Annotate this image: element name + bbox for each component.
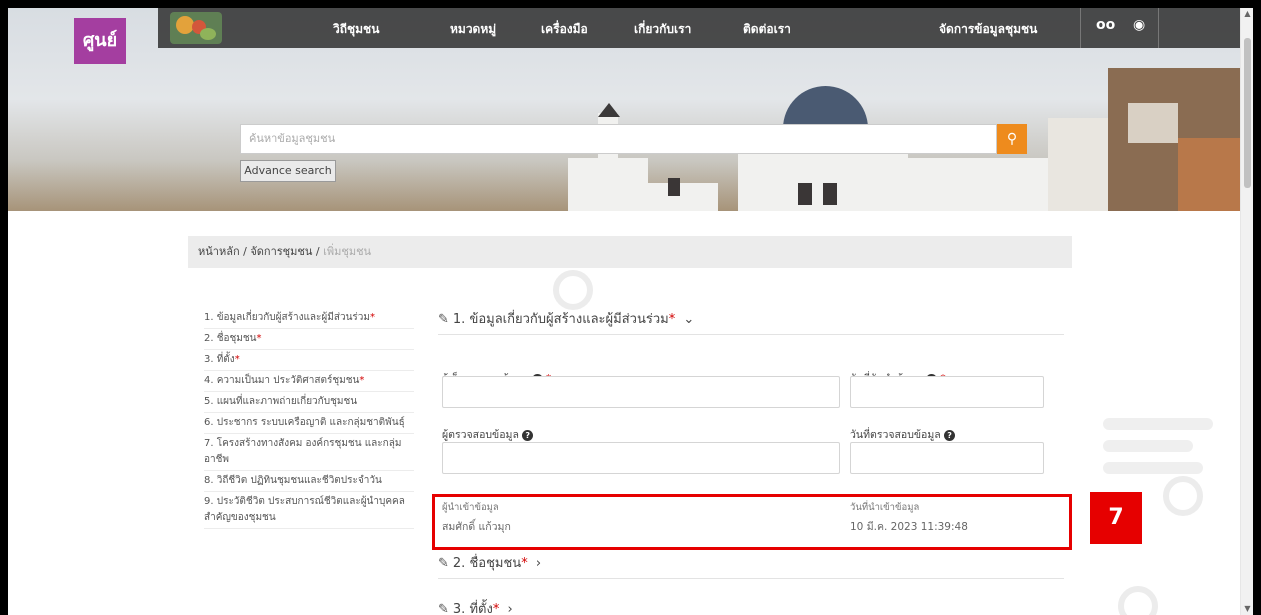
review-date-input[interactable] bbox=[850, 442, 1044, 474]
sidenav-item-way-of-life[interactable]: 8. วิถีชีวิต ปฏิทินชุมชนและชีวิตประจำวัน bbox=[204, 471, 414, 492]
edit-icon: ✎ bbox=[438, 602, 449, 615]
search-icon: ⚲ bbox=[1006, 131, 1018, 147]
nav-item-community-way[interactable]: วิถีชุมชน bbox=[333, 20, 379, 39]
background-decoration bbox=[1103, 418, 1213, 430]
background-pin-icon bbox=[1118, 586, 1158, 615]
scroll-down-icon[interactable]: ▼ bbox=[1242, 603, 1253, 615]
chevron-down-icon: ⌄ bbox=[683, 312, 695, 327]
sidenav-item-contributors[interactable]: 1. ข้อมูลเกี่ยวกับผู้สร้างและผู้มีส่วนร่… bbox=[204, 308, 414, 329]
edit-icon: ✎ bbox=[438, 556, 449, 571]
section-1-header[interactable]: ✎ 1. ข้อมูลเกี่ยวกับผู้สร้างและผู้มีส่วนร… bbox=[438, 308, 694, 329]
background-pin-icon bbox=[1163, 476, 1203, 516]
reviewer-label: ผู้ตรวจสอบข้อมูล ? bbox=[442, 426, 534, 443]
top-navbar: วิถีชุมชน หมวดหมู่ เครื่องมือ เกี่ยวกับเ… bbox=[158, 8, 1240, 48]
nav-item-manage-community[interactable]: จัดการข้อมูลชุมชน bbox=[939, 20, 1037, 39]
nav-item-contact[interactable]: ติดต่อเรา bbox=[743, 20, 791, 39]
community-logo-icon[interactable] bbox=[170, 12, 222, 44]
nav-item-tools[interactable]: เครื่องมือ bbox=[541, 20, 588, 39]
search-input[interactable]: ค้นหาข้อมูลชุมชน bbox=[240, 124, 997, 154]
nav-divider bbox=[1158, 8, 1159, 48]
nav-item-about[interactable]: เกี่ยวกับเรา bbox=[634, 20, 691, 39]
page-scrollbar[interactable]: ▲ ▼ bbox=[1240, 8, 1253, 615]
info-icon[interactable]: ? bbox=[522, 429, 534, 441]
nav-item-category[interactable]: หมวดหมู่ bbox=[450, 20, 496, 39]
scrollbar-thumb[interactable] bbox=[1244, 38, 1251, 188]
chevron-right-icon: › bbox=[535, 556, 542, 571]
sidenav-item-maps-photos[interactable]: 5. แผนที่และภาพถ่ายเกี่ยวกับชุมชน bbox=[204, 392, 414, 413]
section-2-header[interactable]: ✎ 2. ชื่อชุมชน* › bbox=[438, 552, 541, 573]
info-icon[interactable]: ? bbox=[944, 429, 956, 441]
advance-search-button[interactable]: Advance search bbox=[240, 160, 336, 182]
annotation-number-badge: 7 bbox=[1090, 492, 1142, 544]
screenshot-frame: ศูนย์ วิถีชุมชน หมวดหมู่ เครื่องมือ เกี่… bbox=[0, 0, 1261, 615]
search-button[interactable]: ⚲ bbox=[997, 124, 1027, 154]
breadcrumb-home[interactable]: หน้าหลัก bbox=[198, 245, 240, 258]
divider bbox=[438, 334, 1064, 335]
collect-date-input[interactable] bbox=[850, 376, 1044, 408]
background-pin-icon bbox=[553, 270, 593, 310]
sidenav-item-population[interactable]: 6. ประชากร ระบบเครือญาติ และกลุ่มชาติพัน… bbox=[204, 413, 414, 434]
section-sidenav: 1. ข้อมูลเกี่ยวกับผู้สร้างและผู้มีส่วนร่… bbox=[204, 308, 414, 529]
sidenav-item-history[interactable]: 4. ความเป็นมา ประวัติศาสตร์ชุมชน* bbox=[204, 371, 414, 392]
site-logo[interactable]: ศูนย์ bbox=[74, 18, 126, 64]
chevron-right-icon: › bbox=[507, 602, 513, 615]
breadcrumb-current: เพิ่มชุมชน bbox=[323, 245, 372, 258]
sidenav-item-location[interactable]: 3. ที่ตั้ง* bbox=[204, 350, 414, 371]
divider bbox=[438, 578, 1064, 579]
edit-icon: ✎ bbox=[438, 312, 449, 327]
collector-input[interactable] bbox=[442, 376, 840, 408]
annotation-highlight-box bbox=[432, 494, 1072, 550]
sidenav-item-social-structure[interactable]: 7. โครงสร้างทางสังคม องค์กรชุมชน และกลุ่… bbox=[204, 434, 414, 471]
sidenav-item-community-name[interactable]: 2. ชื่อชุมชน* bbox=[204, 329, 414, 350]
review-date-label: วันที่ตรวจสอบข้อมูล ? bbox=[850, 426, 956, 443]
nav-divider bbox=[1080, 8, 1081, 48]
background-decoration bbox=[1103, 440, 1193, 452]
breadcrumb-separator: / bbox=[315, 245, 320, 258]
breadcrumb-manage[interactable]: จัดการชุมชน bbox=[250, 245, 312, 258]
background-decoration bbox=[1103, 462, 1203, 474]
glasses-icon[interactable]: oo bbox=[1096, 17, 1115, 33]
section-3-header[interactable]: ✎ 3. ที่ตั้ง* › bbox=[438, 598, 513, 615]
user-circle-icon[interactable]: ◉ bbox=[1133, 17, 1145, 33]
breadcrumb: หน้าหลัก / จัดการชุมชน / เพิ่มชุมชน bbox=[188, 236, 1072, 268]
sidenav-item-life-history[interactable]: 9. ประวัติชีวิต ประสบการณ์ชีวิตและผู้นำบ… bbox=[204, 492, 414, 529]
scroll-up-icon[interactable]: ▲ bbox=[1242, 8, 1253, 20]
reviewer-input[interactable] bbox=[442, 442, 840, 474]
breadcrumb-separator: / bbox=[243, 245, 247, 258]
